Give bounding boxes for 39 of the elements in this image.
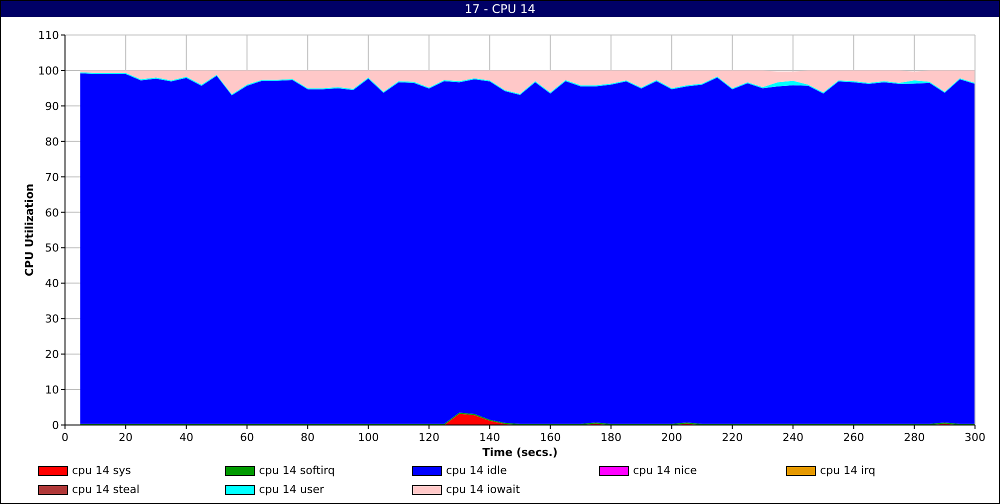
y-tick-label: 50 bbox=[45, 242, 59, 255]
y-tick-label: 90 bbox=[45, 100, 59, 113]
x-tick-label: 300 bbox=[964, 431, 986, 444]
x-tick-label: 80 bbox=[300, 431, 315, 444]
y-tick-label: 20 bbox=[45, 348, 59, 362]
y-tick-label: 40 bbox=[45, 277, 59, 290]
x-tick-label: 20 bbox=[118, 431, 133, 444]
legend-label: cpu 14 nice bbox=[633, 464, 697, 477]
x-tick-label: 100 bbox=[358, 431, 379, 444]
legend-label: cpu 14 sys bbox=[72, 464, 131, 477]
x-tick-label: 220 bbox=[722, 431, 743, 444]
x-tick-label: 240 bbox=[782, 431, 804, 444]
x-axis-title: Time (secs.) bbox=[482, 446, 558, 459]
legend-label: cpu 14 irq bbox=[820, 464, 876, 477]
legend-label: cpu 14 steal bbox=[72, 483, 140, 496]
x-tick-label: 40 bbox=[179, 431, 194, 444]
y-tick-label: 60 bbox=[45, 206, 59, 220]
x-tick-label: 0 bbox=[62, 431, 68, 444]
y-tick-label: 30 bbox=[45, 312, 59, 326]
y-tick-label: 110 bbox=[38, 29, 59, 42]
x-tick-label: 160 bbox=[540, 431, 561, 444]
x-tick-label: 120 bbox=[418, 431, 440, 444]
y-tick-label: 70 bbox=[45, 170, 59, 184]
x-tick-label: 200 bbox=[661, 431, 682, 444]
legend-label: cpu 14 iowait bbox=[446, 483, 520, 496]
legend-label: cpu 14 softirq bbox=[259, 464, 335, 477]
y-tick-label: 100 bbox=[38, 64, 59, 78]
y-tick-label: 10 bbox=[45, 384, 59, 397]
x-tick-label: 280 bbox=[904, 431, 925, 444]
window-title: 17 - CPU 14 bbox=[1, 1, 999, 17]
x-tick-label: 60 bbox=[240, 431, 254, 444]
legend-label: cpu 14 user bbox=[259, 483, 324, 496]
y-tick-label: 0 bbox=[52, 419, 59, 432]
legend-label: cpu 14 idle bbox=[446, 464, 507, 477]
x-tick-label: 140 bbox=[479, 431, 500, 444]
x-tick-label: 180 bbox=[600, 431, 622, 444]
y-axis-title: CPU Utilization bbox=[23, 184, 36, 276]
x-tick-label: 260 bbox=[843, 431, 864, 444]
y-tick-label: 80 bbox=[45, 135, 59, 148]
